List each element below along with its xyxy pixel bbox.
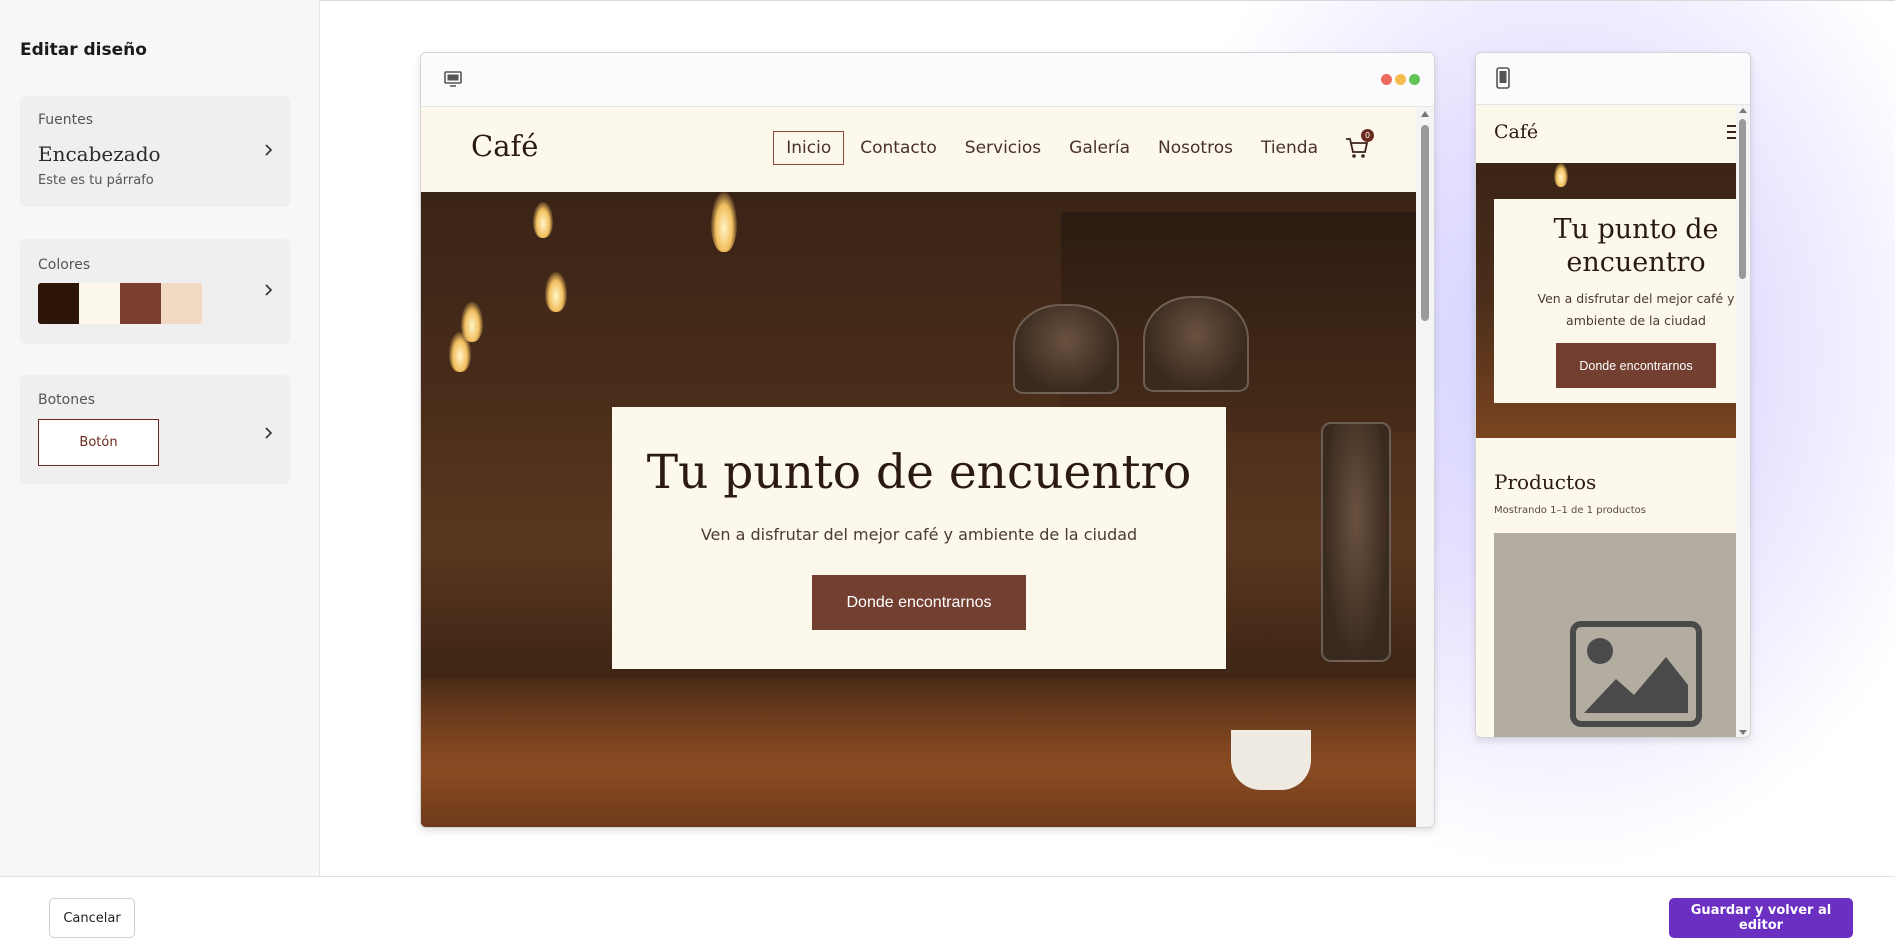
footer-bar: Cancelar Guardar y volver al editor xyxy=(0,876,1895,949)
save-and-return-button[interactable]: Guardar y volver al editor xyxy=(1669,898,1853,938)
preview-canvas: Café Inicio Contacto Servicios Galería N… xyxy=(320,0,1895,876)
buttons-label: Botones xyxy=(38,392,96,408)
sidebar-title: Editar diseño xyxy=(20,40,147,60)
product-image-placeholder[interactable] xyxy=(1494,533,1750,737)
mobile-hero-card: Tu punto de encuentro Ven a disfrutar de… xyxy=(1494,199,1750,403)
desktop-preview: Café Inicio Contacto Servicios Galería N… xyxy=(420,52,1435,828)
coffee-grinder xyxy=(1143,296,1249,392)
lamp-light xyxy=(711,192,737,252)
cancel-button[interactable]: Cancelar xyxy=(49,898,135,938)
hero-card: Tu punto de encuentro Ven a disfrutar de… xyxy=(612,407,1226,669)
products-title: Productos xyxy=(1494,470,1597,494)
chevron-right-icon xyxy=(265,284,273,296)
desktop-site-viewport: Café Inicio Contacto Servicios Galería N… xyxy=(421,107,1418,827)
buttons-panel[interactable]: Botones Botón xyxy=(20,375,290,484)
fonts-panel[interactable]: Fuentes Encabezado Este es tu párrafo xyxy=(20,96,290,207)
hero-section: Tu punto de encuentro Ven a disfrutar de… xyxy=(421,192,1418,827)
mobile-hero-section: Tu punto de encuentro Ven a disfrutar de… xyxy=(1476,163,1750,438)
coffee-cup xyxy=(1231,730,1311,790)
nav-item-servicios[interactable]: Servicios xyxy=(953,132,1053,164)
mobile-hero-subtitle: Ven a disfrutar del mejor café y ambient… xyxy=(1537,291,1735,328)
button-style-preview: Botón xyxy=(38,419,159,466)
mobile-preview-toolbar xyxy=(1476,53,1750,105)
site-nav: Inicio Contacto Servicios Galería Nosotr… xyxy=(769,129,1374,165)
monitor-icon[interactable] xyxy=(443,69,463,89)
mobile-site-header: Café 0 xyxy=(1476,105,1750,163)
desktop-preview-toolbar xyxy=(421,53,1434,107)
lamp-light xyxy=(533,202,553,238)
mobile-hero-cta-button[interactable]: Donde encontrarnos xyxy=(1556,343,1716,388)
chevron-right-icon xyxy=(265,144,273,156)
scroll-down-icon[interactable] xyxy=(1739,730,1747,735)
mobile-preview: Café 0 Tu punto de encuentro Ven a disfr… xyxy=(1475,52,1751,738)
design-sidebar: Editar diseño Fuentes Encabezado Este es… xyxy=(0,0,320,876)
coffee-grinder xyxy=(1013,304,1119,394)
phone-icon[interactable] xyxy=(1496,67,1510,89)
color-swatch xyxy=(79,283,120,324)
scroll-up-icon[interactable] xyxy=(1739,108,1747,113)
nav-item-nosotros[interactable]: Nosotros xyxy=(1146,132,1245,164)
lamp-light xyxy=(461,302,483,342)
hero-subtitle: Ven a disfrutar del mejor café y ambient… xyxy=(700,525,1138,544)
colors-panel[interactable]: Colores xyxy=(20,239,290,344)
cart-button[interactable]: 0 xyxy=(1344,129,1374,161)
mobile-hero-title: Tu punto de encuentro xyxy=(1553,214,1719,278)
nav-item-galeria[interactable]: Galería xyxy=(1057,132,1142,164)
window-dot xyxy=(1381,74,1392,85)
mobile-scrollbar[interactable] xyxy=(1736,105,1750,737)
font-heading-sample: Encabezado xyxy=(38,142,161,166)
image-placeholder-icon xyxy=(1570,621,1702,727)
site-header: Café Inicio Contacto Servicios Galería N… xyxy=(421,107,1418,192)
scrollbar-thumb[interactable] xyxy=(1739,119,1746,279)
site-logo[interactable]: Café xyxy=(471,129,538,163)
desktop-scrollbar[interactable] xyxy=(1416,107,1434,827)
nav-item-contacto[interactable]: Contacto xyxy=(848,132,949,164)
color-swatch xyxy=(120,283,161,324)
fonts-label: Fuentes xyxy=(38,112,94,128)
hero-title: Tu punto de encuentro xyxy=(646,445,1192,500)
nav-item-inicio[interactable]: Inicio xyxy=(773,131,845,165)
chevron-right-icon xyxy=(265,427,273,439)
window-dots xyxy=(1381,74,1420,85)
color-swatch xyxy=(38,283,79,324)
color-palette xyxy=(38,283,202,324)
window-dot xyxy=(1395,74,1406,85)
scroll-up-icon[interactable] xyxy=(1421,111,1429,117)
font-paragraph-sample: Este es tu párrafo xyxy=(38,173,154,188)
mobile-site-logo[interactable]: Café xyxy=(1494,121,1538,143)
hero-cta-button[interactable]: Donde encontrarnos xyxy=(812,575,1026,630)
nav-item-tienda[interactable]: Tienda xyxy=(1249,132,1330,164)
coffee-grinder xyxy=(1321,422,1391,662)
color-swatch xyxy=(161,283,202,324)
scrollbar-thumb[interactable] xyxy=(1421,125,1429,321)
window-dot xyxy=(1409,74,1420,85)
lamp-light xyxy=(1554,163,1568,187)
lamp-light xyxy=(545,272,567,312)
cart-count-badge: 0 xyxy=(1361,129,1374,142)
products-count: Mostrando 1–1 de 1 productos xyxy=(1494,505,1647,516)
mobile-site-viewport: Café 0 Tu punto de encuentro Ven a disfr… xyxy=(1476,105,1750,737)
colors-label: Colores xyxy=(38,257,91,273)
